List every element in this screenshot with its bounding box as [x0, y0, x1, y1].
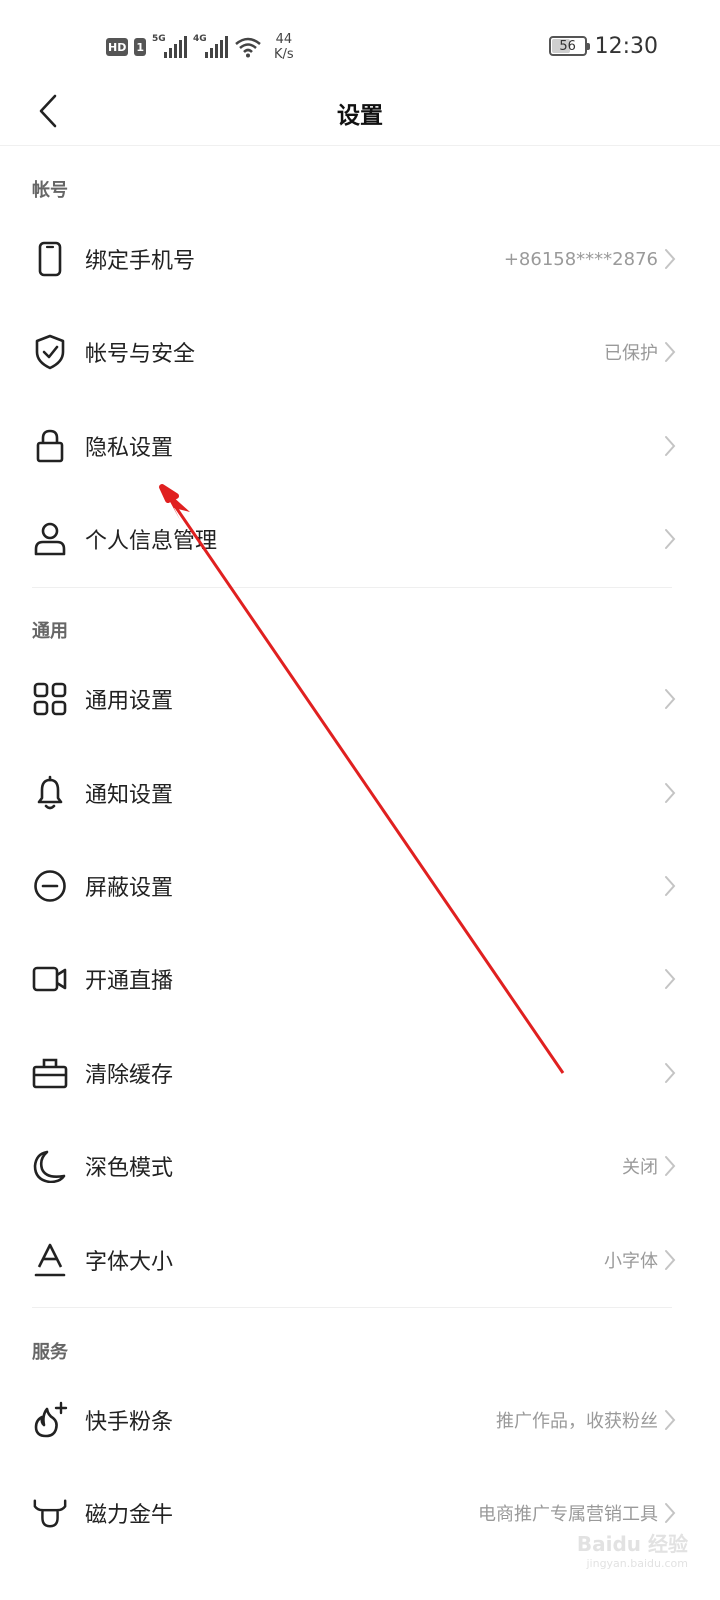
baidu-watermark: Baidu 经验 jingyan.baidu.com [577, 1528, 688, 1570]
page-title: 设置 [337, 103, 383, 129]
video-camera-icon [32, 961, 68, 997]
section-divider [32, 587, 672, 588]
grid-icon [32, 681, 68, 717]
battery-level: 56 [559, 38, 576, 54]
row-value: 电商推广专属营销工具 [478, 1504, 658, 1525]
row-label: 通知设置 [85, 783, 174, 808]
settings-row-bind-phone[interactable]: 绑定手机号 +86158****2876 [0, 213, 720, 305]
settings-row-clear-cache[interactable]: 清除缓存 [0, 1027, 720, 1119]
chevron-right-icon [664, 968, 678, 990]
network-speed: 44 K/s [274, 32, 294, 62]
row-label: 开通直播 [85, 969, 174, 994]
settings-row-font-size[interactable]: 字体大小 小字体 [0, 1214, 720, 1306]
chevron-right-icon [664, 248, 678, 270]
block-icon [32, 868, 68, 904]
clock: 12:30 [594, 33, 658, 59]
row-label: 屏蔽设置 [85, 876, 174, 901]
row-label: 清除缓存 [85, 1063, 174, 1088]
battery-icon: 56 [548, 36, 590, 56]
status-right: 56 12:30 [548, 30, 658, 62]
section-title-account: 帐号 [32, 180, 68, 201]
watermark-main: Baidu 经验 [576, 1532, 688, 1556]
font-size-icon [32, 1242, 68, 1278]
section-divider [32, 1307, 672, 1308]
settings-row-block[interactable]: 屏蔽设置 [0, 840, 720, 932]
row-value: +86158****2876 [503, 248, 658, 270]
bell-icon [32, 775, 68, 811]
row-label: 隐私设置 [85, 436, 174, 461]
row-label: 通用设置 [85, 689, 174, 714]
bull-icon [32, 1495, 68, 1531]
hd-badge: HD [106, 38, 129, 56]
person-icon [32, 521, 68, 557]
row-label: 磁力金牛 [85, 1503, 174, 1528]
chevron-right-icon [664, 1502, 678, 1524]
chevron-right-icon [664, 341, 678, 363]
chevron-right-icon [664, 1409, 678, 1431]
wifi-icon [235, 37, 261, 58]
signal-4g-icon: 4G [193, 34, 228, 58]
chevron-right-icon [664, 1249, 678, 1271]
settings-row-account-security[interactable]: 帐号与安全 已保护 [0, 306, 720, 398]
section-title-general: 通用 [32, 621, 68, 642]
settings-row-fans-promotion[interactable]: 快手粉条 推广作品，收获粉丝 [0, 1374, 720, 1466]
watermark-sub: jingyan.baidu.com [586, 1557, 688, 1570]
settings-row-live[interactable]: 开通直播 [0, 933, 720, 1025]
navigation-header: 设置 [0, 72, 720, 146]
signal-5g-tag: 5G [152, 34, 166, 44]
settings-row-general[interactable]: 通用设置 [0, 653, 720, 745]
signal-4g-tag: 4G [193, 34, 207, 44]
row-value: 已保护 [604, 343, 658, 364]
row-label: 绑定手机号 [85, 249, 196, 274]
chevron-right-icon [664, 688, 678, 710]
chevron-right-icon [664, 1155, 678, 1177]
row-value: 推广作品，收获粉丝 [496, 1411, 658, 1432]
row-value: 小字体 [604, 1251, 658, 1272]
row-label: 个人信息管理 [85, 529, 218, 554]
chevron-right-icon [664, 1062, 678, 1084]
settings-row-dark-mode[interactable]: 深色模式 关闭 [0, 1120, 720, 1212]
signal-5g-icon: 5G [152, 34, 187, 58]
chevron-right-icon [664, 435, 678, 457]
speed-value: 44 [275, 32, 293, 47]
sim-badge: 1 [134, 38, 146, 56]
status-left: HD 1 5G 4G 44 K/s [106, 30, 294, 64]
flame-plus-icon [32, 1401, 68, 1438]
speed-unit: K/s [274, 47, 294, 62]
settings-row-notification[interactable]: 通知设置 [0, 747, 720, 839]
chevron-right-icon [664, 875, 678, 897]
lock-icon [32, 428, 68, 464]
settings-row-privacy[interactable]: 隐私设置 [0, 400, 720, 492]
phone-icon [32, 241, 68, 277]
chevron-right-icon [664, 528, 678, 550]
shield-check-icon [32, 334, 68, 370]
row-label: 帐号与安全 [85, 342, 196, 367]
moon-icon [32, 1148, 68, 1184]
row-label: 字体大小 [85, 1250, 174, 1275]
toolbox-icon [32, 1055, 68, 1091]
row-value: 关闭 [622, 1157, 658, 1178]
section-title-services: 服务 [32, 1342, 68, 1363]
row-label: 深色模式 [85, 1156, 174, 1181]
row-label: 快手粉条 [85, 1410, 174, 1435]
chevron-right-icon [664, 782, 678, 804]
settings-row-personal-info[interactable]: 个人信息管理 [0, 493, 720, 585]
